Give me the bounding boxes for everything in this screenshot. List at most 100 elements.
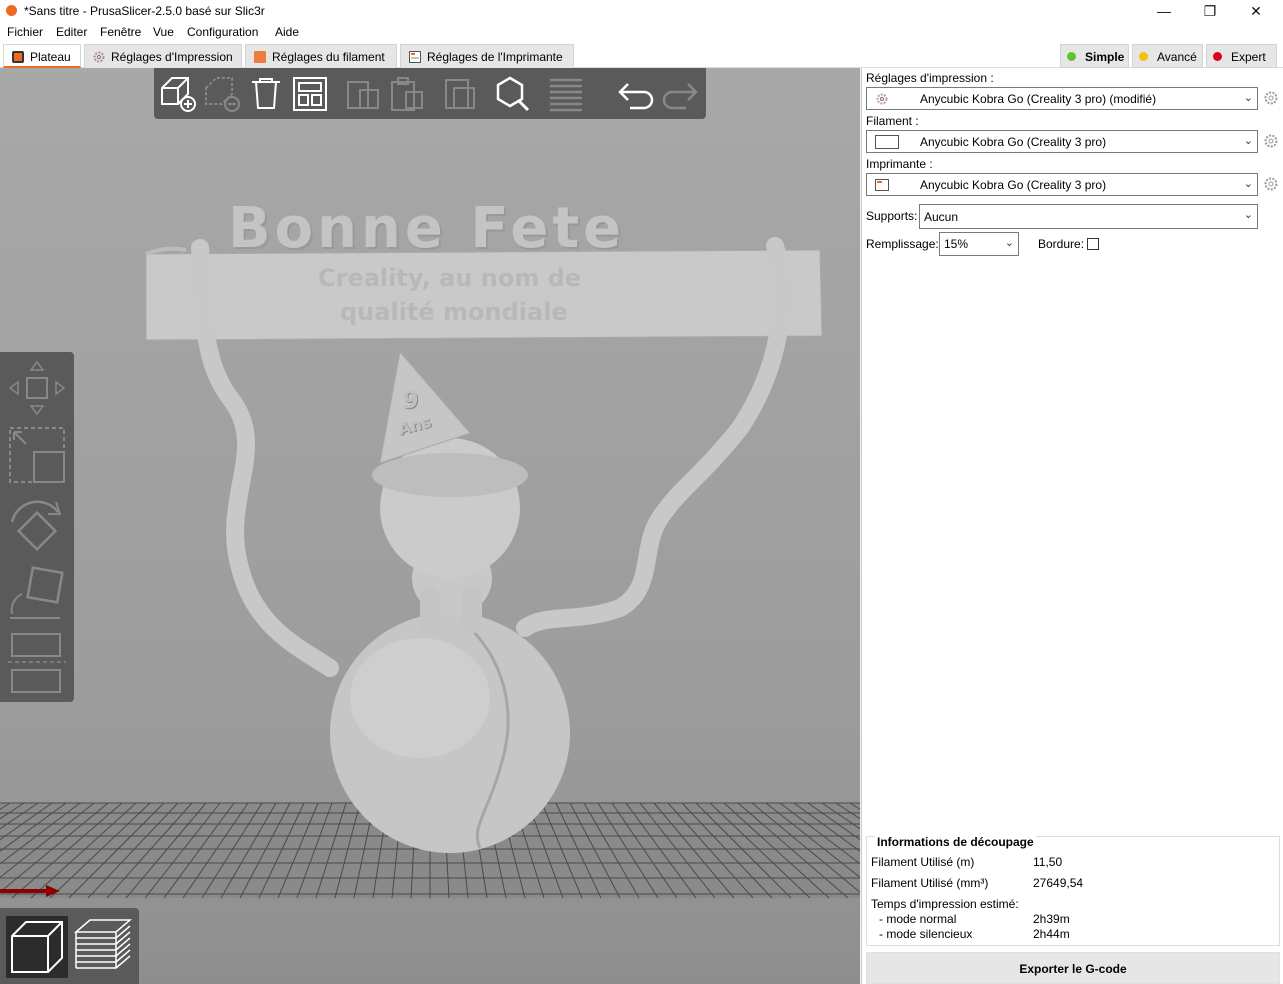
filament-color-swatch-icon — [875, 135, 899, 149]
filament-m-label: Filament Utilisé (m) — [871, 855, 975, 869]
filament-value: Anycubic Kobra Go (Creality 3 pro) — [920, 135, 1107, 149]
infill-combo[interactable]: 15% ⌄ — [939, 232, 1019, 256]
filament-mm3-value: 27649,54 — [1033, 876, 1084, 890]
title-bar: *Sans titre - PrusaSlicer-2.5.0 basé sur… — [0, 0, 1283, 22]
add-object-icon[interactable] — [158, 74, 198, 114]
print-settings-value: Anycubic Kobra Go (Creality 3 pro) (modi… — [920, 92, 1157, 106]
delete-object-icon — [205, 77, 240, 112]
supports-value: Aucun — [924, 210, 959, 224]
silent-mode-value: 2h44m — [1033, 927, 1070, 941]
tab-plateau[interactable]: Plateau — [3, 44, 81, 68]
menu-fenetre[interactable]: Fenêtre — [100, 25, 141, 39]
mode-simple-dot — [1067, 52, 1076, 61]
print-settings-combo[interactable]: Anycubic Kobra Go (Creality 3 pro) (modi… — [866, 87, 1258, 110]
preview-layers-icon[interactable] — [72, 916, 134, 978]
menu-editer[interactable]: Editer — [56, 25, 87, 39]
left-toolbar — [0, 352, 74, 702]
right-sidebar: Réglages d'impression : Anycubic Kobra G… — [861, 68, 1283, 984]
cut-icon[interactable] — [8, 630, 66, 698]
mode-simple-button[interactable]: Simple — [1060, 44, 1129, 68]
paste-icon — [391, 77, 423, 111]
tab-label: Réglages de l'Imprimante — [427, 50, 563, 64]
printer-label: Imprimante : — [866, 157, 933, 171]
tab-reglages-filament[interactable]: Réglages du filament — [245, 44, 397, 68]
search-icon[interactable] — [492, 74, 532, 114]
print-settings-gear-icon[interactable] — [1264, 91, 1278, 105]
filament-gear-icon[interactable] — [1264, 134, 1278, 148]
menu-configuration[interactable]: Configuration — [187, 25, 258, 39]
chevron-down-icon: ⌄ — [1243, 209, 1253, 221]
layers-editing-icon — [550, 78, 582, 112]
chevron-down-icon: ⌄ — [1004, 237, 1014, 249]
place-on-face-icon[interactable] — [8, 566, 66, 622]
tab-reglages-impression[interactable]: Réglages d'Impression — [84, 44, 242, 68]
chevron-down-icon: ⌄ — [1243, 178, 1253, 190]
printer-gear-icon[interactable] — [1264, 177, 1278, 191]
supports-combo[interactable]: Aucun ⌄ — [919, 204, 1258, 229]
silent-mode-label: - mode silencieux — [879, 927, 973, 941]
model-text-line2: Creality, au nom de — [318, 264, 582, 292]
mode-label: Simple — [1085, 50, 1125, 64]
chevron-down-icon: ⌄ — [1243, 135, 1253, 147]
mode-avance-dot — [1139, 52, 1148, 61]
export-gcode-button[interactable]: Exporter le G-code — [866, 952, 1280, 984]
move-icon[interactable] — [8, 358, 66, 418]
scale-icon[interactable] — [8, 426, 66, 486]
mode-label: Avancé — [1157, 50, 1197, 64]
printer-icon — [875, 179, 889, 191]
supports-label: Supports: — [866, 209, 918, 223]
mode-expert-dot — [1213, 52, 1222, 61]
3d-viewport[interactable]: Bonne Fete Creality, au nom de qualité m… — [0, 68, 860, 984]
gear-icon — [93, 51, 105, 63]
maximize-button[interactable]: ❐ — [1187, 0, 1233, 22]
window-title: *Sans titre - PrusaSlicer-2.5.0 basé sur… — [24, 4, 265, 18]
normal-mode-value: 2h39m — [1033, 912, 1070, 926]
close-button[interactable]: ✕ — [1233, 0, 1279, 22]
rotate-icon[interactable] — [8, 494, 66, 558]
model-text-line3: qualité mondiale — [340, 298, 568, 326]
undo-icon[interactable] — [616, 74, 656, 114]
menu-bar: Fichier Editer Fenêtre Vue Configuration… — [0, 22, 1283, 42]
tab-reglages-imprimante[interactable]: Réglages de l'Imprimante — [400, 44, 574, 68]
print-settings-label: Réglages d'impression : — [866, 71, 994, 85]
infill-label: Remplissage: — [866, 237, 939, 251]
printer-value: Anycubic Kobra Go (Creality 3 pro) — [920, 178, 1107, 192]
delete-all-icon[interactable] — [246, 74, 286, 114]
model-object[interactable] — [145, 237, 823, 853]
3d-view-icon[interactable] — [6, 916, 68, 978]
normal-mode-label: - mode normal — [879, 912, 957, 926]
top-toolbar — [154, 68, 706, 119]
tab-label: Réglages d'Impression — [111, 50, 233, 64]
hat-number: 9 — [402, 386, 419, 414]
filament-mm3-label: Filament Utilisé (mm³) — [871, 876, 989, 890]
copy-icon — [347, 81, 379, 109]
chevron-down-icon: ⌄ — [1243, 92, 1253, 104]
brim-label: Bordure: — [1038, 237, 1085, 251]
menu-vue[interactable]: Vue — [153, 25, 174, 39]
mode-avance-button[interactable]: Avancé — [1132, 44, 1203, 68]
infill-value: 15% — [944, 237, 969, 251]
print-time-label: Temps d'impression estimé: — [871, 897, 1019, 911]
tab-label: Plateau — [30, 50, 71, 64]
spool-icon — [254, 51, 266, 63]
model-text-line1: Bonne Fete — [228, 196, 626, 261]
redo-icon — [662, 83, 698, 110]
tab-bar: Plateau Réglages d'Impression Réglages d… — [0, 42, 1283, 68]
instance-icon — [445, 79, 475, 109]
slice-info-title: Informations de découpage — [875, 835, 1036, 849]
export-gcode-label: Exporter le G-code — [1019, 962, 1127, 976]
slice-info-box: Informations de découpage Filament Utili… — [866, 835, 1280, 946]
filament-label: Filament : — [866, 114, 919, 128]
menu-fichier[interactable]: Fichier — [7, 25, 43, 39]
minimize-button[interactable]: — — [1141, 0, 1187, 22]
printer-icon — [409, 51, 421, 63]
filament-m-value: 11,50 — [1033, 855, 1063, 869]
printer-combo[interactable]: Anycubic Kobra Go (Creality 3 pro) ⌄ — [866, 173, 1258, 196]
brim-checkbox[interactable] — [1087, 238, 1099, 250]
arrange-icon[interactable] — [290, 74, 330, 114]
filament-combo[interactable]: Anycubic Kobra Go (Creality 3 pro) ⌄ — [866, 130, 1258, 153]
tab-label: Réglages du filament — [272, 50, 385, 64]
prusaslicer-logo-icon — [6, 5, 17, 16]
menu-aide[interactable]: Aide — [275, 25, 299, 39]
mode-expert-button[interactable]: Expert — [1206, 44, 1277, 68]
